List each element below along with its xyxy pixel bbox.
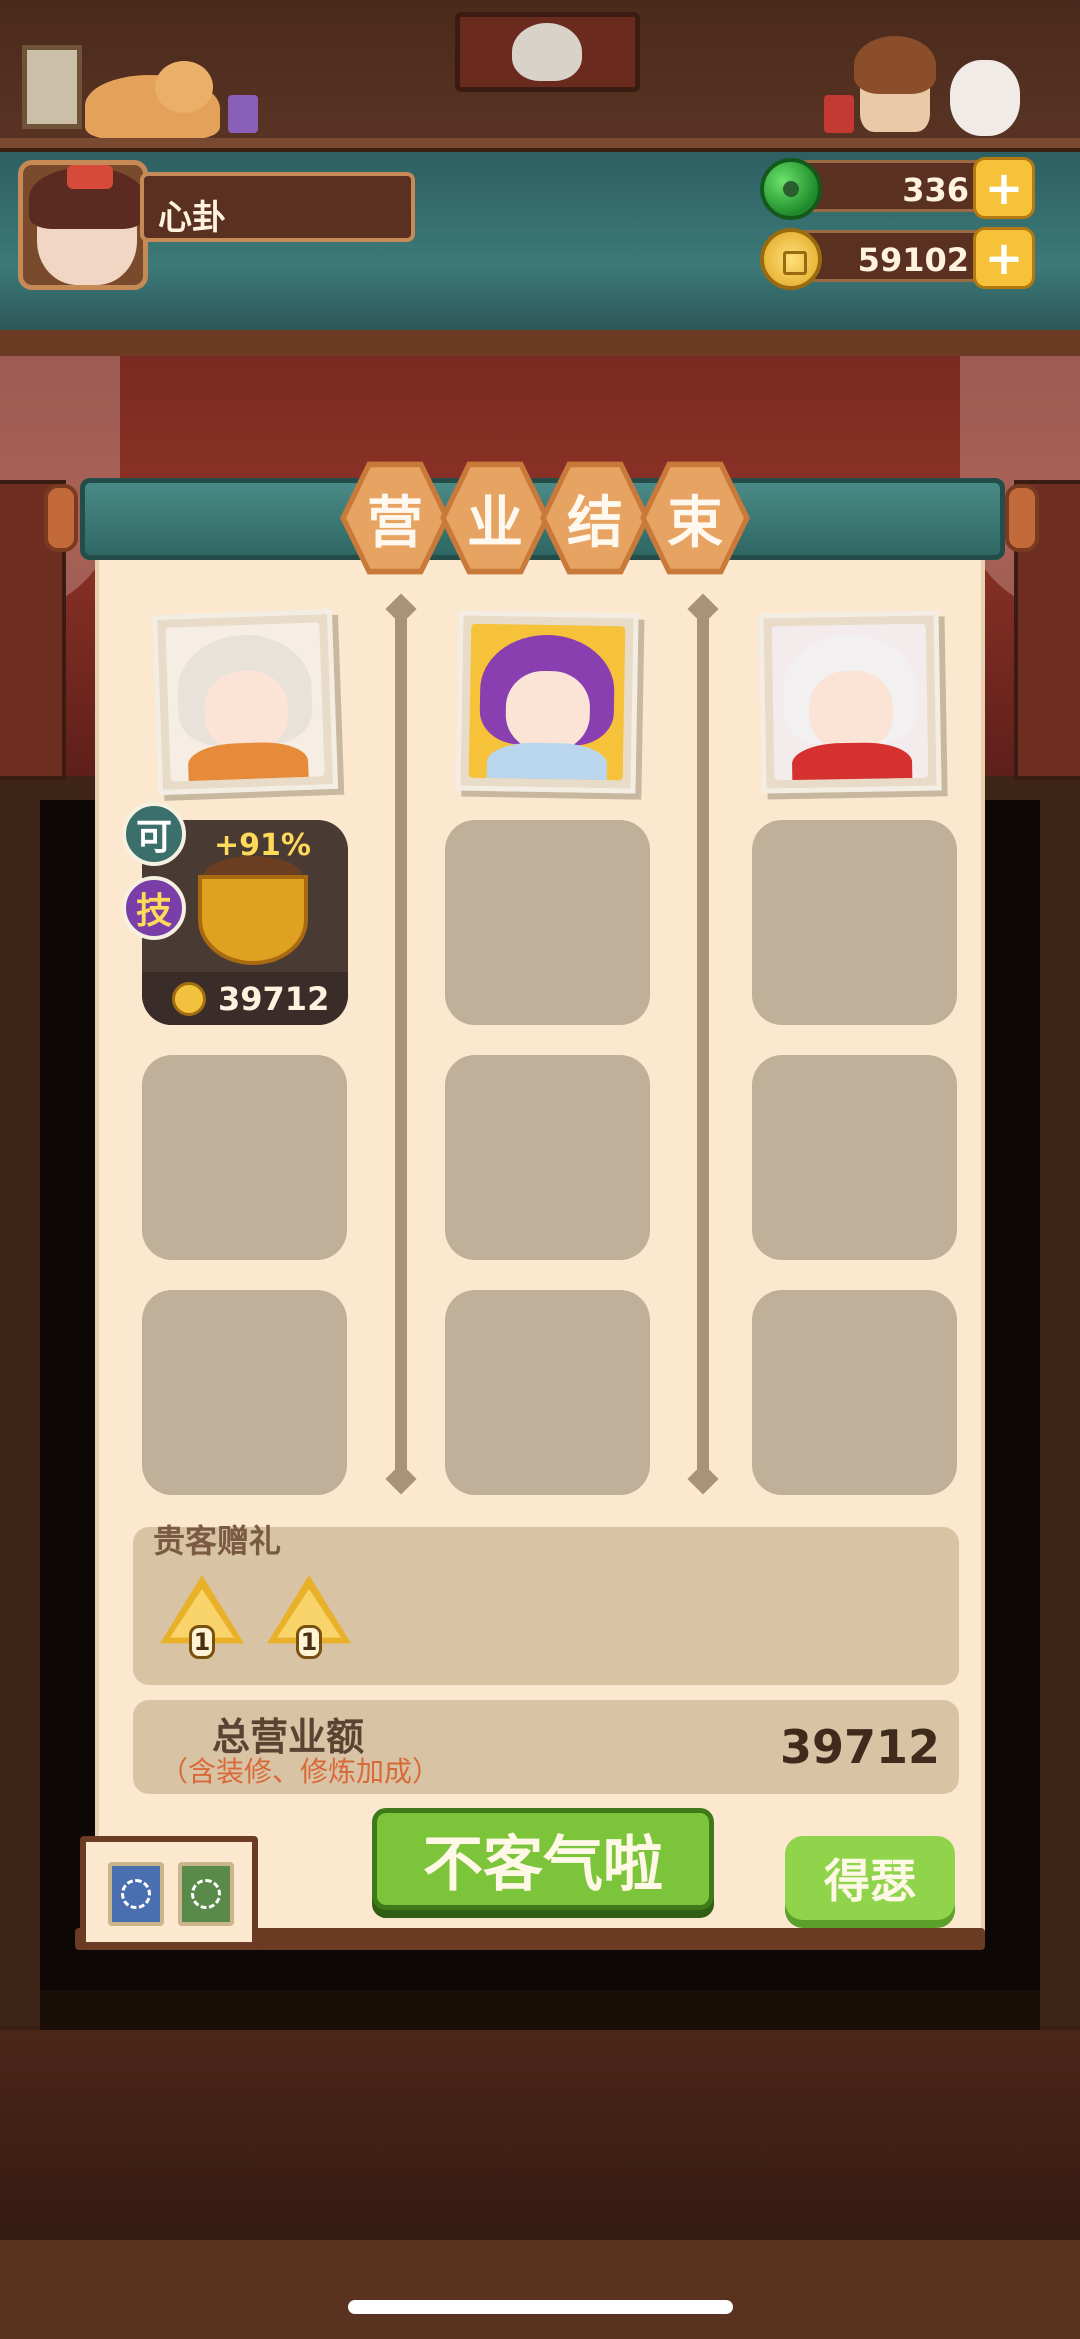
- sleeping-cat-decoration: [85, 61, 220, 139]
- wall-frame-decoration: [22, 45, 82, 129]
- floor-edge: [40, 1990, 1040, 2030]
- empty-dish-slot: [752, 1290, 957, 1495]
- mini-toolbar: [80, 1836, 258, 1948]
- total-revenue-note: （含装修、修炼加成）: [160, 1755, 441, 1788]
- jade-icon: [760, 158, 822, 220]
- npc-girl-decoration: [854, 36, 936, 132]
- show-off-button[interactable]: 得瑟: [785, 1836, 955, 1920]
- scroll-knob-right: [1005, 484, 1039, 552]
- player-name: 心卦: [158, 198, 226, 238]
- player-name-plate[interactable]: 心卦: [140, 172, 415, 242]
- jade-currency-bar: 336 +: [790, 157, 1035, 219]
- jar-decoration: [228, 95, 258, 133]
- coin-icon: [172, 982, 206, 1016]
- shelf: [0, 138, 1080, 152]
- coin-currency-bar: 59102 +: [790, 227, 1035, 289]
- staff-portrait[interactable]: [758, 610, 942, 794]
- hanging-scroll-decoration: [455, 12, 640, 92]
- avatar-crown: [67, 165, 113, 189]
- title-tile: 业: [440, 461, 550, 575]
- title-tile: 束: [640, 461, 750, 575]
- plus-icon: +: [984, 231, 1024, 285]
- jar-decoration: [824, 95, 854, 133]
- divider-line: [697, 600, 709, 1480]
- gift-item[interactable]: 1: [160, 1575, 244, 1659]
- title-tile: 结: [540, 461, 650, 575]
- empty-dish-slot: [445, 820, 650, 1025]
- dish-price: 39712: [218, 980, 330, 1018]
- empty-dish-slot: [142, 1290, 347, 1495]
- bottom-wall: [0, 2030, 1080, 2339]
- green-tool-button[interactable]: [178, 1862, 234, 1926]
- coin-amount: 59102: [857, 241, 969, 279]
- total-revenue-value: 39712: [780, 1720, 941, 1774]
- add-coins-button[interactable]: +: [973, 227, 1035, 289]
- gear-icon: [191, 1879, 221, 1909]
- jade-amount: 336: [902, 171, 969, 209]
- gift-count: 1: [296, 1625, 322, 1659]
- dish-bonus: +91%: [214, 828, 311, 863]
- title-char: 束: [646, 467, 744, 569]
- gift-item[interactable]: 1: [267, 1575, 351, 1659]
- empty-dish-slot: [752, 1055, 957, 1260]
- badge-ke: 可: [122, 802, 186, 866]
- gear-icon: [121, 1879, 151, 1909]
- badge-ji: 技: [122, 876, 186, 940]
- blue-tool-button[interactable]: [108, 1862, 164, 1926]
- home-indicator[interactable]: [348, 2300, 733, 2314]
- confirm-button[interactable]: 不客气啦: [372, 1808, 714, 1910]
- staff-portrait[interactable]: [455, 610, 639, 794]
- result-title: 营 业 结 束: [340, 458, 760, 578]
- empty-dish-slot: [142, 1055, 347, 1260]
- add-jade-button[interactable]: +: [973, 157, 1035, 219]
- divider-line: [395, 600, 407, 1480]
- staff-portrait[interactable]: [151, 608, 339, 796]
- gift-count: 1: [189, 1625, 215, 1659]
- title-char: 业: [446, 467, 544, 569]
- plus-icon: +: [984, 161, 1024, 215]
- empty-dish-slot: [752, 820, 957, 1025]
- dish-pot-image: [198, 875, 308, 965]
- title-char: 结: [546, 467, 644, 569]
- coin-icon: [760, 228, 822, 290]
- empty-dish-slot: [445, 1055, 650, 1260]
- empty-dish-slot: [445, 1290, 650, 1495]
- wood-beam: [0, 330, 1080, 356]
- scroll-knob-left: [44, 484, 78, 552]
- player-avatar[interactable]: [18, 160, 148, 290]
- guest-gift-title: 贵客赠礼: [153, 1522, 282, 1560]
- white-cat-decoration: [950, 60, 1020, 136]
- title-tile: 营: [340, 461, 450, 575]
- title-char: 营: [346, 467, 444, 569]
